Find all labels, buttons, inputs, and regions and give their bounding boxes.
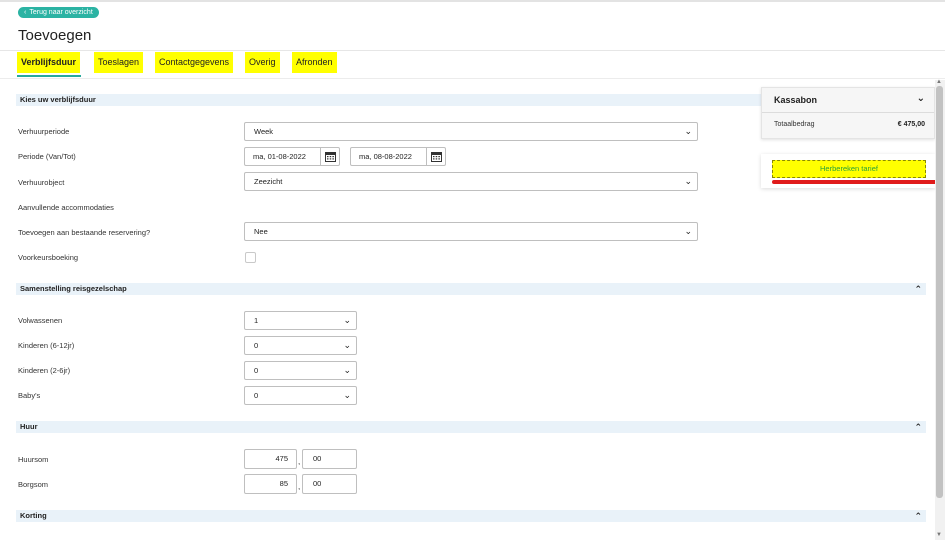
- babys-select[interactable]: 0 ⌄: [244, 386, 357, 405]
- section-header-korting[interactable]: Korting ⌃: [16, 510, 926, 522]
- chevron-down-icon: ⌄: [684, 176, 692, 186]
- calendar-icon[interactable]: [426, 148, 445, 165]
- divider: [0, 78, 945, 79]
- divider: [762, 112, 934, 113]
- toevoegen-bestaande-label: Toevoegen aan bestaande reservering?: [18, 228, 151, 237]
- section-title: Korting: [20, 511, 47, 520]
- chevron-left-icon: ‹: [24, 9, 27, 16]
- borgsom-label: Borgsom: [18, 480, 49, 489]
- date-value: ma, 08-08-2022: [359, 152, 412, 161]
- volwassenen-select[interactable]: 1 ⌄: [244, 311, 357, 330]
- decimal-separator: ,: [298, 457, 301, 466]
- page-title: Toevoegen: [18, 27, 92, 44]
- huursom-label: Huursom: [18, 455, 49, 464]
- tab-afronden[interactable]: Afronden: [292, 52, 337, 73]
- borgsom-euros-input[interactable]: 85: [244, 474, 297, 494]
- tab-toeslagen[interactable]: Toeslagen: [94, 52, 144, 73]
- verhuurobject-label: Verhuurobject: [18, 178, 65, 187]
- scroll-up-icon[interactable]: ▲: [936, 79, 942, 85]
- select-value: 0: [254, 366, 259, 375]
- section-header-reisgezelschap[interactable]: Samenstelling reisgezelschap ⌃: [16, 283, 926, 295]
- scroll-down-icon[interactable]: ▼: [936, 532, 942, 538]
- section-header-huur[interactable]: Huur ⌃: [16, 421, 926, 433]
- back-button-label: Terug naar overzicht: [29, 9, 93, 16]
- borgsom-cents-input[interactable]: 00: [302, 474, 357, 494]
- chevron-up-icon[interactable]: ⌃: [914, 510, 922, 522]
- chevron-down-icon: ⌄: [684, 226, 692, 236]
- periode-van-input[interactable]: ma, 01-08-2022: [244, 147, 340, 166]
- chevron-down-icon[interactable]: ⌄: [917, 93, 925, 104]
- chevron-down-icon: ⌄: [343, 365, 351, 375]
- tab-verblijfsduur[interactable]: Verblijfsduur: [17, 52, 81, 73]
- select-value: Nee: [254, 227, 268, 236]
- totaalbedrag-label: Totaalbedrag: [774, 121, 815, 128]
- chevron-down-icon: ⌄: [684, 126, 692, 136]
- kinderen-2-6-label: Kinderen (2-6jr): [18, 366, 71, 375]
- toevoegen-bestaande-select[interactable]: Nee ⌄: [244, 222, 698, 241]
- periode-label: Periode (Van/Tot): [18, 152, 76, 161]
- kassabon-title: Kassabon: [774, 95, 818, 105]
- chevron-up-icon[interactable]: ⌃: [914, 421, 922, 433]
- select-value: Week: [254, 127, 274, 136]
- chevron-down-icon: ⌄: [343, 390, 351, 400]
- aanvullende-accommodaties-label: Aanvullende accommodaties: [18, 203, 114, 212]
- tab-contactgegevens[interactable]: Contactgegevens: [155, 52, 234, 73]
- scrollbar[interactable]: ▲ ▼: [935, 79, 945, 540]
- select-value: 1: [254, 316, 259, 325]
- verhuurobject-select[interactable]: Zeezicht ⌄: [244, 172, 698, 191]
- chevron-down-icon: ⌄: [343, 340, 351, 350]
- babys-label: Baby's: [18, 391, 41, 400]
- select-value: 0: [254, 391, 259, 400]
- section-title: Kies uw verblijfsduur: [20, 95, 96, 104]
- scroll-thumb[interactable]: [936, 86, 943, 498]
- totaalbedrag-value: € 475,00: [897, 121, 925, 128]
- decimal-separator: ,: [298, 482, 301, 491]
- section-title: Huur: [20, 422, 38, 431]
- calendar-icon[interactable]: [320, 148, 339, 165]
- top-border: [0, 0, 945, 2]
- active-tab-indicator: [17, 75, 81, 77]
- back-to-overview-button[interactable]: ‹ Terug naar overzicht: [18, 7, 99, 18]
- chevron-down-icon: ⌄: [343, 315, 351, 325]
- select-value: 0: [254, 341, 259, 350]
- voorkeursboeking-checkbox[interactable]: [245, 252, 256, 263]
- select-value: Zeezicht: [254, 177, 283, 186]
- verhuurperiode-label: Verhuurperiode: [18, 127, 70, 136]
- herbereken-tarief-button[interactable]: Herbereken tarief: [772, 160, 926, 178]
- voorkeursboeking-label: Voorkeursboeking: [18, 253, 79, 262]
- annotation-underline: [772, 180, 938, 184]
- verhuurperiode-select[interactable]: Week ⌄: [244, 122, 698, 141]
- kassabon-panel: Kassabon ⌄ Totaalbedrag € 475,00: [761, 87, 935, 139]
- divider: [0, 50, 945, 51]
- tab-overig[interactable]: Overig: [245, 52, 280, 73]
- kinderen-2-6-select[interactable]: 0 ⌄: [244, 361, 357, 380]
- kinderen-6-12-select[interactable]: 0 ⌄: [244, 336, 357, 355]
- volwassenen-label: Volwassenen: [18, 316, 63, 325]
- huursom-cents-input[interactable]: 00: [302, 449, 357, 469]
- huursom-euros-input[interactable]: 475: [244, 449, 297, 469]
- date-value: ma, 01-08-2022: [253, 152, 306, 161]
- periode-tot-input[interactable]: ma, 08-08-2022: [350, 147, 446, 166]
- chevron-up-icon[interactable]: ⌃: [914, 283, 922, 295]
- section-title: Samenstelling reisgezelschap: [20, 284, 127, 293]
- kinderen-6-12-label: Kinderen (6-12jr): [18, 341, 75, 350]
